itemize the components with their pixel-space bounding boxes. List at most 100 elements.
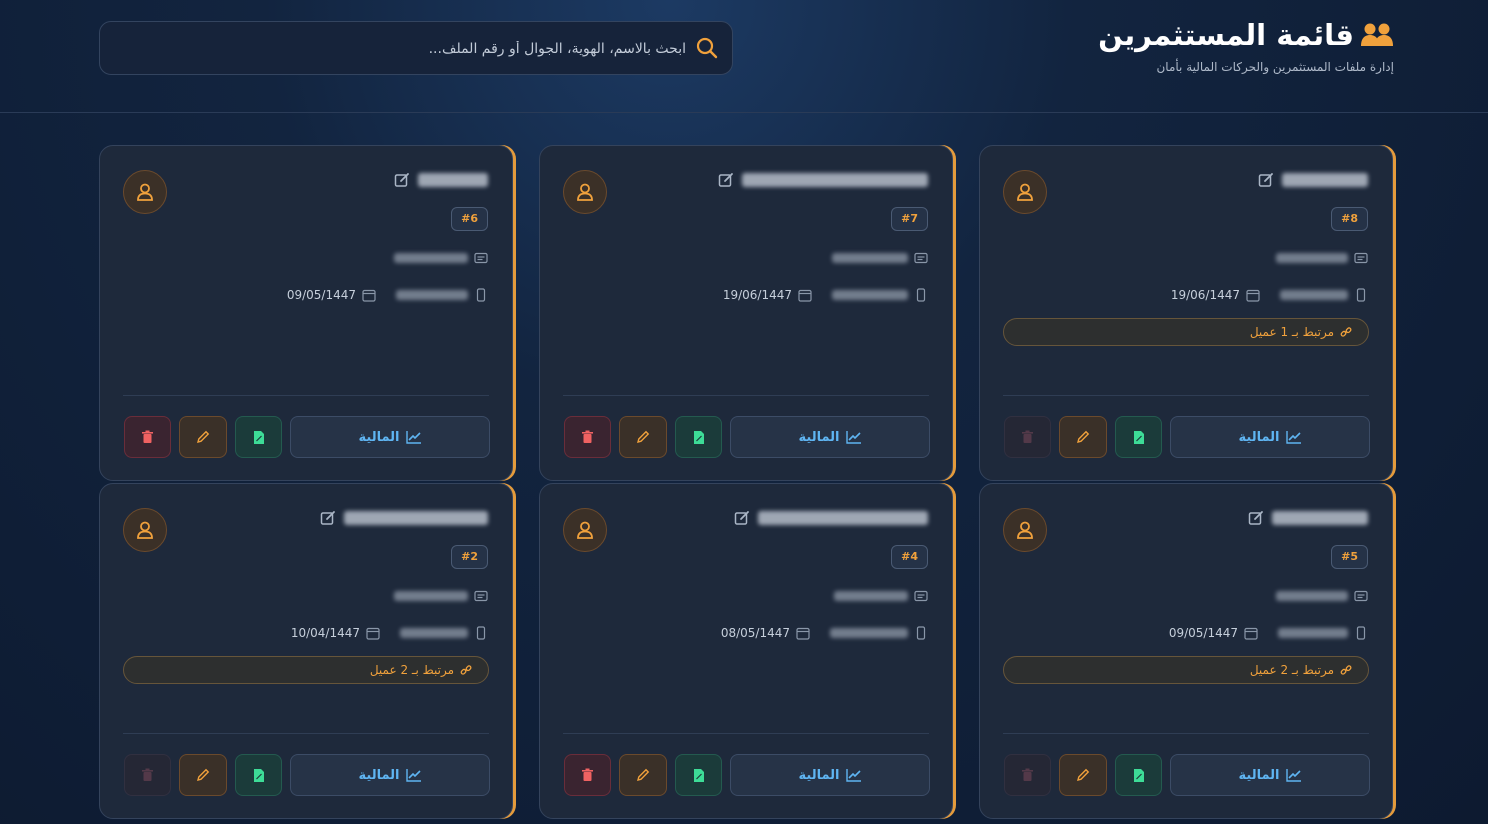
investor-name-row bbox=[320, 510, 488, 526]
edit-button[interactable] bbox=[619, 754, 667, 796]
investor-name-row bbox=[1258, 172, 1368, 188]
search-box bbox=[99, 21, 733, 76]
delete-button-disabled bbox=[1004, 754, 1051, 796]
contact-row: 09/05/1447 bbox=[1169, 626, 1368, 640]
calendar-icon bbox=[796, 627, 810, 640]
id-row bbox=[394, 251, 488, 265]
chart-line-icon bbox=[405, 769, 421, 782]
edit-name-icon[interactable] bbox=[734, 510, 750, 526]
trash-icon bbox=[142, 430, 153, 443]
edit-button[interactable] bbox=[1059, 416, 1107, 458]
finance-button[interactable]: المالية bbox=[290, 416, 490, 458]
investor-name-row bbox=[734, 510, 928, 526]
id-number-redacted bbox=[394, 591, 468, 601]
pdf-button[interactable] bbox=[675, 754, 722, 796]
finance-label: المالية bbox=[1238, 767, 1280, 783]
delete-button[interactable] bbox=[564, 416, 611, 458]
edit-button[interactable] bbox=[179, 754, 227, 796]
avatar bbox=[563, 170, 607, 214]
phone-icon bbox=[916, 288, 926, 302]
investor-name-redacted bbox=[1282, 173, 1368, 187]
investor-card: #8 19/06/1447 مرتبط بـ 1 عميل المالية bbox=[979, 145, 1393, 481]
investor-card: #4 08/05/1447 المالية bbox=[539, 483, 953, 819]
pdf-button[interactable] bbox=[235, 416, 282, 458]
contact-row: 19/06/1447 bbox=[1171, 288, 1368, 302]
phone-icon bbox=[1356, 288, 1366, 302]
date-text: 19/06/1447 bbox=[1170, 288, 1240, 302]
trash-icon bbox=[142, 768, 153, 781]
calendar-icon bbox=[1246, 289, 1260, 302]
id-number-redacted bbox=[834, 591, 908, 601]
pdf-button[interactable] bbox=[1115, 416, 1162, 458]
chart-line-icon bbox=[845, 431, 861, 444]
id-number-redacted bbox=[832, 253, 908, 263]
pdf-button[interactable] bbox=[1115, 754, 1162, 796]
card-divider bbox=[563, 733, 929, 734]
calendar-icon bbox=[362, 289, 376, 302]
pencil-icon bbox=[637, 768, 650, 781]
search-input[interactable] bbox=[124, 22, 688, 76]
user-icon bbox=[577, 183, 593, 201]
file-number-badge: #4 bbox=[891, 545, 928, 569]
avatar bbox=[123, 508, 167, 552]
phone-redacted bbox=[832, 290, 908, 300]
linked-clients-pill[interactable]: مرتبط بـ 2 عميل bbox=[1003, 656, 1369, 684]
investor-name-redacted bbox=[418, 173, 488, 187]
finance-label: المالية bbox=[798, 767, 840, 783]
investor-name-redacted bbox=[742, 173, 928, 187]
avatar bbox=[1003, 170, 1047, 214]
link-icon bbox=[1340, 327, 1352, 337]
finance-button[interactable]: المالية bbox=[290, 754, 490, 796]
finance-button[interactable]: المالية bbox=[1170, 754, 1370, 796]
date-text: 09/05/1447 bbox=[1168, 626, 1238, 640]
id-card-icon bbox=[914, 252, 928, 264]
chart-line-icon bbox=[405, 431, 421, 444]
investor-name-row bbox=[1248, 510, 1368, 526]
avatar bbox=[123, 170, 167, 214]
linked-clients-pill[interactable]: مرتبط بـ 1 عميل bbox=[1003, 318, 1369, 346]
pdf-icon bbox=[253, 768, 264, 782]
edit-name-icon[interactable] bbox=[718, 172, 734, 188]
calendar-icon bbox=[798, 289, 812, 302]
file-number-badge: #2 bbox=[451, 545, 488, 569]
pdf-icon bbox=[1133, 430, 1144, 444]
investor-name-redacted bbox=[344, 511, 488, 525]
search-icon bbox=[696, 37, 718, 59]
edit-button[interactable] bbox=[1059, 754, 1107, 796]
pdf-button[interactable] bbox=[675, 416, 722, 458]
file-number-badge: #5 bbox=[1331, 545, 1368, 569]
file-number-badge: #8 bbox=[1331, 207, 1368, 231]
page-header: قائمة المستثمرين إدارة ملفات المستثمرين … bbox=[0, 0, 1488, 113]
edit-name-icon[interactable] bbox=[1258, 172, 1274, 188]
finance-button[interactable]: المالية bbox=[730, 754, 930, 796]
finance-button[interactable]: المالية bbox=[1170, 416, 1370, 458]
finance-label: المالية bbox=[358, 767, 400, 783]
trash-icon bbox=[582, 768, 593, 781]
delete-button[interactable] bbox=[564, 754, 611, 796]
edit-name-icon[interactable] bbox=[1248, 510, 1264, 526]
edit-name-icon[interactable] bbox=[320, 510, 336, 526]
pdf-icon bbox=[693, 430, 704, 444]
edit-name-icon[interactable] bbox=[394, 172, 410, 188]
pdf-button[interactable] bbox=[235, 754, 282, 796]
card-divider bbox=[123, 733, 489, 734]
phone-redacted bbox=[1280, 290, 1348, 300]
phone-icon bbox=[476, 626, 486, 640]
investor-name-redacted bbox=[758, 511, 928, 525]
user-icon bbox=[577, 521, 593, 539]
finance-button[interactable]: المالية bbox=[730, 416, 930, 458]
edit-button[interactable] bbox=[179, 416, 227, 458]
investor-card: #7 19/06/1447 المالية bbox=[539, 145, 953, 481]
date-text: 08/05/1447 bbox=[720, 626, 790, 640]
delete-button[interactable] bbox=[124, 416, 171, 458]
investor-name-row bbox=[394, 172, 488, 188]
card-divider bbox=[123, 395, 489, 396]
edit-button[interactable] bbox=[619, 416, 667, 458]
id-number-redacted bbox=[1276, 253, 1348, 263]
contact-row: 19/06/1447 bbox=[723, 288, 928, 302]
id-card-icon bbox=[474, 590, 488, 602]
phone-icon bbox=[916, 626, 926, 640]
linked-clients-pill[interactable]: مرتبط بـ 2 عميل bbox=[123, 656, 489, 684]
phone-redacted bbox=[400, 628, 468, 638]
pencil-icon bbox=[197, 768, 210, 781]
